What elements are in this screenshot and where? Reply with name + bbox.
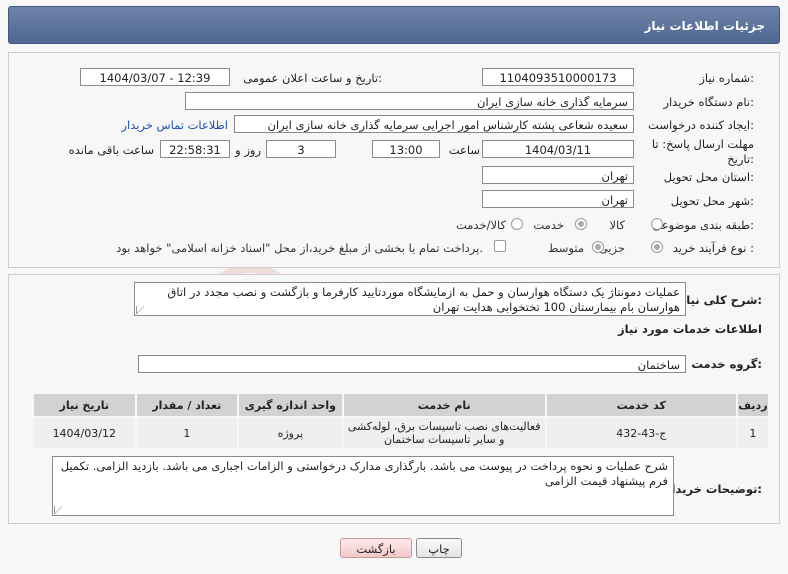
col-date: تاریخ نیاز <box>32 392 137 418</box>
treasury-note: پرداخت تمام یا بخشی از مبلغ خرید،از محل … <box>116 241 483 255</box>
cell-row: 1 <box>735 416 771 450</box>
cell-service-name: فعالیت‌های نصب تاسیسات برق، لوله‌کشی و س… <box>341 416 547 450</box>
category-option-goods-service: کالا/خدمت <box>455 218 506 232</box>
buyer-notes-label: توضیحات خریدار: <box>664 482 762 496</box>
city-label: شهر محل تحویل: <box>670 194 754 208</box>
col-qty: تعداد / مقدار <box>134 392 240 418</box>
resize-grip-icon[interactable] <box>54 506 62 514</box>
treasury-checkbox[interactable] <box>494 240 506 252</box>
summary-label: شرح کلی نیاز: <box>679 293 762 307</box>
process-radio-partial[interactable] <box>651 241 663 253</box>
resize-grip-icon[interactable] <box>136 306 144 314</box>
province-field: تهران <box>482 166 634 184</box>
category-radio-goods-service[interactable] <box>511 218 523 230</box>
province-label: استان محل تحویل: <box>663 170 754 184</box>
category-option-goods: کالا <box>609 218 625 232</box>
summary-text: عملیات دمونتاژ یک دستگاه هوارسان و حمل ب… <box>167 285 680 314</box>
col-row: ردیف <box>735 392 771 418</box>
buyer-notes-textarea: شرح عملیات و نحوه پرداخت در پیوست می باش… <box>52 456 674 516</box>
deadline-label-line2: تاریخ: <box>727 152 754 166</box>
creator-field: سعیده شعاعی پشته کارشناس امور اجرایی سرم… <box>234 115 634 133</box>
service-group-field: ساختمان <box>138 355 686 373</box>
category-radio-service[interactable] <box>575 218 587 230</box>
deadline-label: مهلت ارسال پاسخ: تا تاریخ: <box>652 137 754 167</box>
services-table-header: تاریخ نیاز تعداد / مقدار واحد اندازه گیر… <box>32 392 771 418</box>
cell-service-code: ج-43-432 <box>544 416 738 450</box>
buyer-org-field: سرمایه گذاری خانه سازی ایران <box>185 92 634 110</box>
deadline-date-field: 1404/03/11 <box>482 140 634 158</box>
table-row: 1404/03/12 1 پروژه فعالیت‌های نصب تاسیسا… <box>32 416 771 450</box>
remaining-time-label: ساعت باقی مانده <box>68 143 154 157</box>
need-number-label: شماره نیاز: <box>699 71 754 85</box>
services-section-title: اطلاعات خدمات مورد نیاز <box>618 322 762 336</box>
back-button[interactable]: بازگشت <box>340 538 412 558</box>
services-table: تاریخ نیاز تعداد / مقدار واحد اندازه گیر… <box>32 392 771 450</box>
remaining-time-field: 22:58:31 <box>160 140 230 158</box>
service-group-label: گروه خدمت: <box>691 357 762 371</box>
print-button[interactable]: چاپ <box>416 538 462 558</box>
page-title: جزئیات اطلاعات نیاز <box>8 6 780 44</box>
deadline-label-line1: مهلت ارسال پاسخ: تا <box>651 137 754 151</box>
deadline-time-label: ساعت <box>448 143 480 157</box>
announce-datetime-field: 1404/03/07 - 12:39 <box>80 68 230 86</box>
city-field: تهران <box>482 190 634 208</box>
category-label: طبقه بندی موضوعی: <box>652 218 754 232</box>
days-field: 3 <box>266 140 336 158</box>
process-radio-medium[interactable] <box>592 241 604 253</box>
process-option-medium: متوسط <box>547 241 584 255</box>
deadline-time-field: 13:00 <box>372 140 440 158</box>
cell-qty: 1 <box>134 416 240 450</box>
buyer-contact-link[interactable]: اطلاعات تماس خریدار <box>121 118 228 132</box>
cell-unit: پروژه <box>237 416 344 450</box>
need-number-field: 1104093510000173 <box>482 68 634 86</box>
days-label: روز و <box>235 143 261 157</box>
category-option-service: خدمت <box>533 218 564 232</box>
announce-datetime-label: تاریخ و ساعت اعلان عمومی: <box>243 71 382 85</box>
category-radio-goods[interactable] <box>651 218 663 230</box>
col-service-name: نام خدمت <box>341 392 547 418</box>
cell-date: 1404/03/12 <box>32 416 137 450</box>
buyer-org-label: نام دستگاه خریدار: <box>663 95 754 109</box>
summary-textarea: عملیات دمونتاژ یک دستگاه هوارسان و حمل ب… <box>134 282 686 316</box>
buyer-notes-text: شرح عملیات و نحوه پرداخت در پیوست می باش… <box>60 459 668 488</box>
col-service-code: کد خدمت <box>544 392 738 418</box>
col-unit: واحد اندازه گیری <box>237 392 344 418</box>
creator-label: ایجاد کننده درخواست: <box>648 118 754 132</box>
process-label: نوع فرآیند خرید : <box>672 241 754 255</box>
